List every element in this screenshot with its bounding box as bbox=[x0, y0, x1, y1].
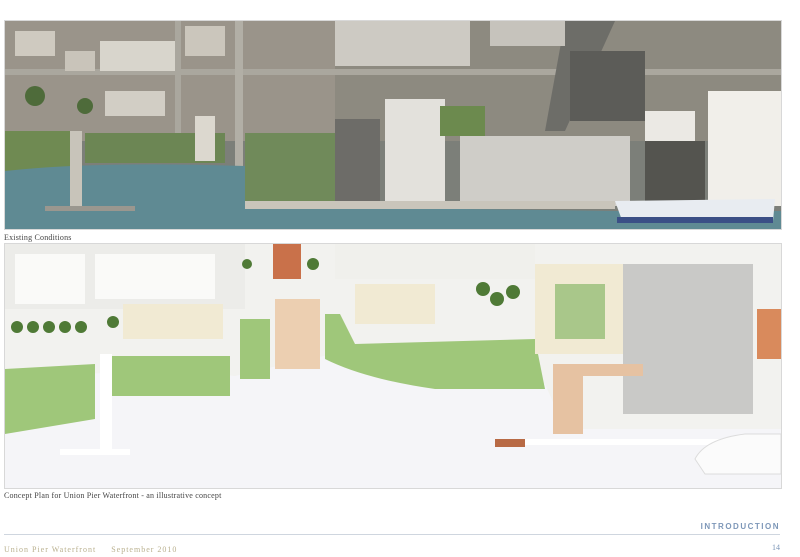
footer-project-name: Union Pier Waterfront bbox=[4, 545, 97, 554]
caption-concept-plan: Concept Plan for Union Pier Waterfront -… bbox=[4, 491, 222, 500]
concept-plan-drawing bbox=[5, 244, 781, 488]
section-label: INTRODUCTION bbox=[700, 522, 780, 531]
page-number: 14 bbox=[772, 543, 780, 552]
footer-project-info: Union Pier Waterfront September 2010 bbox=[4, 545, 189, 554]
aerial-illustration bbox=[5, 21, 781, 229]
aerial-photo-existing bbox=[4, 20, 782, 230]
footer-date: September 2010 bbox=[111, 545, 178, 554]
caption-existing-conditions: Existing Conditions bbox=[4, 233, 72, 242]
concept-plan-illustration bbox=[4, 243, 782, 489]
footer-divider bbox=[4, 534, 780, 535]
